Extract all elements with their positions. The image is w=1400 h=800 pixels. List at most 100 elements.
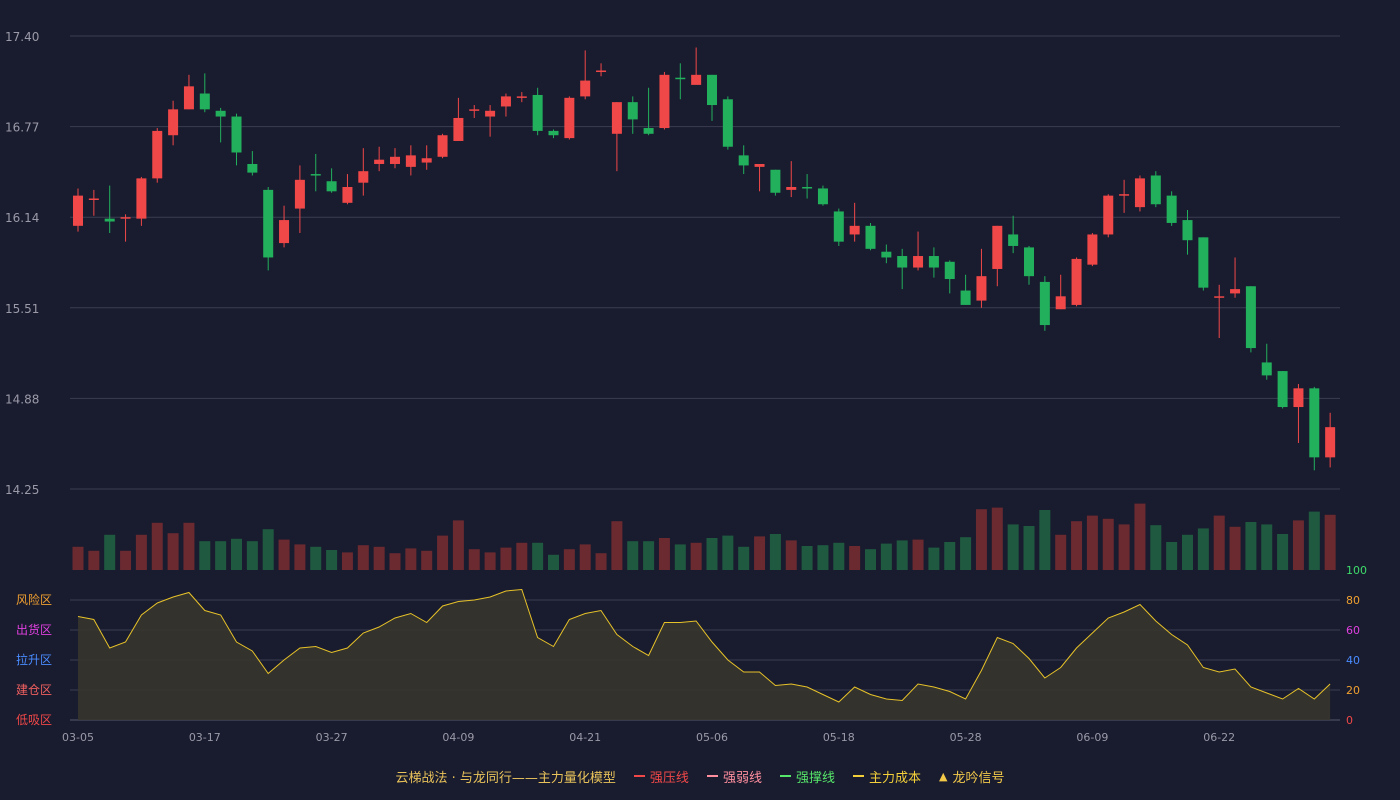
candle-body [326,181,337,192]
volume-bar [104,534,116,570]
indicator-tick-label: 60 [1346,624,1360,637]
candle-body [802,187,813,189]
volume-bar [452,520,464,570]
candle-body [691,74,702,85]
candle-body [1071,258,1082,305]
volume-bar [785,540,797,570]
volume-bar [912,539,924,570]
candle-body [659,74,670,129]
candle-body [1309,388,1320,458]
volume-bar [1071,521,1083,570]
candle-body [1325,427,1336,458]
volume-bar [484,552,496,570]
date-tick-label: 05-18 [823,731,855,744]
volume-bar [706,538,718,570]
volume-bar [658,538,670,570]
volume-bar [421,550,433,570]
chart-legend: 云梯战法 · 与龙同行——主力量化模型 强压线 强弱线 强撑线 主力成本 ▲ 龙… [0,764,1400,788]
legend-label: 龙吟信号 [952,770,1005,786]
candle-body [120,217,131,219]
candle-body [199,93,210,110]
volume-bar [975,509,987,570]
legend-item-strong-support[interactable]: 强撑线 [779,767,835,786]
volume-bar [1055,534,1067,570]
volume-bar [1023,526,1035,570]
candle-body [1039,281,1050,326]
legend-item-strong-pressure[interactable]: 强压线 [633,767,689,786]
volume-bar [389,553,401,570]
candle-body [1182,220,1193,241]
candle-body [279,220,290,244]
volume-bar [960,537,972,570]
volume-bar [928,547,940,570]
candle-body [643,128,654,134]
candle-body [786,187,797,190]
date-tick-label: 05-28 [950,731,982,744]
volume-bar [1229,526,1241,570]
volume-bar [722,535,734,570]
volume-bar [437,535,449,570]
volume-bar [674,544,686,570]
price-grid [70,35,1340,490]
volume-bar [532,542,544,570]
volume-bar [294,544,306,570]
volume-bar [135,534,147,570]
volume-bar [151,522,163,570]
volume-bar [310,546,322,570]
volume-bar [865,549,876,570]
date-tick-label: 04-09 [442,731,474,744]
price-tick-label: 16.77 [5,121,39,135]
legend-swatch [779,775,791,777]
volume-bar [1308,511,1320,570]
candle-body [231,116,242,153]
candle-body [1293,388,1304,408]
candle-body [1008,234,1019,246]
candle-body [263,189,274,258]
candle-body [73,195,83,226]
volume-bar [801,546,813,570]
candle-body [310,174,321,176]
candle-body [516,96,527,98]
volume-bar [769,534,781,570]
stock-chart: 17.40 16.77 16.14 15.51 14.88 14.25 100 80 60 40… [5,30,1367,744]
candle-body [469,109,480,111]
volume-bar [246,541,258,570]
date-tick-label: 06-22 [1203,731,1235,744]
legend-item-dragon-signal[interactable]: ▲ 龙吟信号 [939,767,1004,786]
legend-swatch [706,775,718,777]
date-tick-label: 04-21 [569,731,601,744]
volume-bar [1261,524,1273,570]
date-axis: 03-05 03-17 03-27 04-09 04-21 05-06 05-18 05-28… [62,731,1235,744]
candle-body [1119,194,1130,196]
volume-bar [1213,515,1225,570]
volume-bar [738,546,750,570]
zone-label: 风险区 [16,592,52,607]
candle-body [770,169,781,193]
legend-item-main-cost[interactable]: 主力成本 [852,767,921,786]
candle-body [294,179,305,209]
candle-body [928,256,939,268]
candle-body [358,171,369,183]
candle-body [707,74,717,106]
candle-body [183,86,194,110]
volume-bar [183,522,195,570]
volume-bar [595,553,607,570]
date-tick-label: 03-27 [316,731,348,744]
volume-bar [405,548,417,570]
candle-body [865,225,876,249]
volume-bar [643,541,655,570]
indicator-tick-label: 20 [1346,684,1360,697]
volume-bar [278,539,290,570]
candle-body [405,155,416,167]
volume-bar [1324,514,1336,570]
indicator-area [77,588,1331,720]
candle-body [722,99,733,147]
zone-label: 拉升区 [16,652,52,667]
candle-body [1166,195,1177,223]
volume-bar [120,550,132,570]
legend-item-strength-line[interactable]: 强弱线 [706,767,762,786]
candle-body [833,211,844,242]
candle-body [168,109,179,136]
candle-body [437,135,448,157]
volume-bar [1118,524,1130,570]
